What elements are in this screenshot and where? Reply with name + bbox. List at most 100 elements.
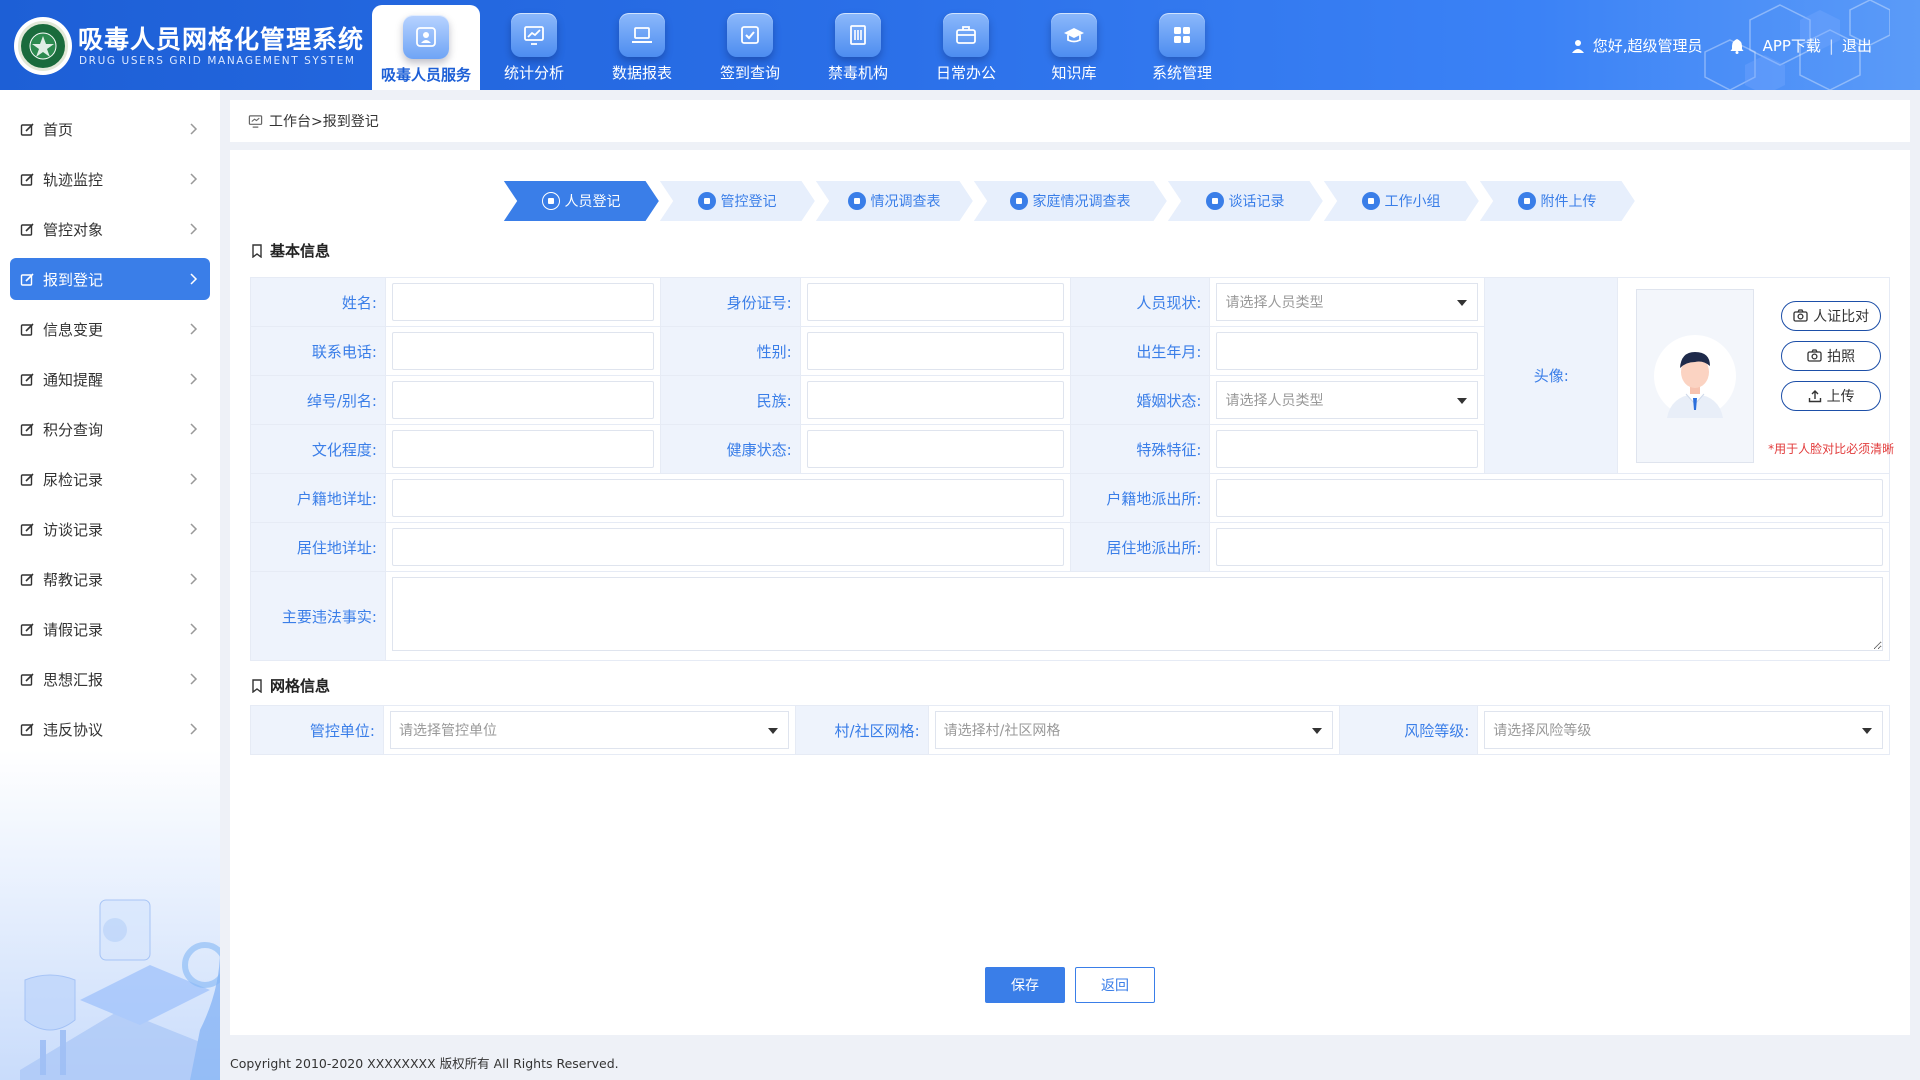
education-input[interactable] [391, 430, 654, 468]
step-item[interactable]: 情况调查表 [814, 180, 974, 222]
take-photo-button[interactable]: 拍照 [1781, 340, 1882, 371]
chevron-right-icon [190, 623, 198, 635]
feature-input[interactable] [1216, 430, 1479, 468]
step-item[interactable]: 附件上传 [1478, 180, 1636, 222]
edit-icon [20, 522, 35, 537]
alias-input[interactable] [391, 381, 654, 419]
section-title: 网格信息 [270, 677, 331, 695]
step-label: 人员登记 [564, 194, 621, 210]
camera-icon [1793, 309, 1808, 322]
step-item[interactable]: 家庭情况调查表 [972, 180, 1168, 222]
gender-input[interactable] [806, 332, 1064, 370]
app-download-link[interactable]: APP下载 [1763, 35, 1821, 56]
name-input[interactable] [391, 283, 654, 321]
sidebar-item[interactable]: 违反协议 [10, 708, 210, 750]
chevron-right-icon [190, 323, 198, 335]
sidebar: 首页轨迹监控管控对象报到登记信息变更通知提醒积分查询尿检记录访谈记录帮教记录请假… [0, 90, 220, 1080]
sidebar-item[interactable]: 访谈记录 [10, 508, 210, 550]
marital-select[interactable]: 请选择人员类型 [1216, 381, 1479, 419]
nav-statistics[interactable]: 统计分析 [480, 0, 588, 90]
grid-icon [1159, 13, 1205, 57]
step-item[interactable]: 管控登记 [658, 180, 816, 222]
bell-icon[interactable] [1729, 38, 1745, 54]
default-avatar-icon [1654, 334, 1737, 418]
grid-info-form: 管控单位: 请选择管控单位 村/社区网格: 请选择村/社区网格 风险等级: 请选… [250, 705, 1890, 755]
nav-knowledge-base[interactable]: 知识库 [1020, 0, 1128, 90]
back-button[interactable]: 返回 [1075, 967, 1155, 1003]
sidebar-item[interactable]: 积分查询 [10, 408, 210, 450]
nav-label: 禁毒机构 [827, 64, 888, 82]
label-gender: 性别: [659, 326, 801, 376]
label-birth: 出生年月: [1069, 326, 1211, 376]
sidebar-item-label: 请假记录 [43, 620, 104, 639]
ethnicity-input[interactable] [806, 381, 1064, 419]
label-status: 人员现状: [1069, 277, 1211, 327]
sidebar-item[interactable]: 思想汇报 [10, 658, 210, 700]
hukou-police-input[interactable] [1216, 479, 1883, 517]
sidebar-item[interactable]: 管控对象 [10, 208, 210, 250]
nav-antidrug-institution[interactable]: 禁毒机构 [804, 0, 912, 90]
step-item[interactable]: 人员登记 [502, 180, 660, 222]
risk-level-select[interactable]: 请选择风险等级 [1484, 711, 1883, 749]
nav-system-admin[interactable]: 系统管理 [1128, 0, 1236, 90]
sidebar-illustration [0, 750, 220, 1080]
sidebar-item[interactable]: 信息变更 [10, 308, 210, 350]
label-crime-facts: 主要违法事实: [250, 571, 386, 661]
crime-facts-textarea[interactable] [391, 577, 1883, 651]
health-input[interactable] [806, 430, 1064, 468]
chevron-right-icon [190, 223, 198, 235]
user-greeting[interactable]: 您好,超级管理员 [1593, 35, 1703, 56]
community-grid-select[interactable]: 请选择村/社区网格 [934, 711, 1334, 749]
label-community-grid: 村/社区网格: [794, 705, 929, 755]
sidebar-item[interactable]: 通知提醒 [10, 358, 210, 400]
upload-button[interactable]: 上传 [1781, 380, 1882, 411]
edit-icon [20, 172, 35, 187]
step-doc-icon [1517, 192, 1536, 210]
step-item[interactable]: 谈话记录 [1166, 180, 1324, 222]
sidebar-item[interactable]: 报到登记 [10, 258, 210, 300]
hukou-address-input[interactable] [391, 479, 1064, 517]
phone-input[interactable] [391, 332, 654, 370]
checkin-icon [727, 13, 773, 57]
app-logo[interactable] [14, 17, 72, 75]
logout-link[interactable]: 退出 [1842, 35, 1872, 56]
nav-drug-user-service[interactable]: 吸毒人员服务 [372, 5, 480, 90]
sidebar-item[interactable]: 尿检记录 [10, 458, 210, 500]
status-select[interactable]: 请选择人员类型 [1216, 283, 1479, 321]
label-phone: 联系电话: [250, 326, 386, 376]
nav-label: 统计分析 [503, 64, 564, 82]
nav-checkin-query[interactable]: 签到查询 [696, 0, 804, 90]
nav-data-report[interactable]: 数据报表 [588, 0, 696, 90]
residence-address-input[interactable] [391, 528, 1064, 566]
control-unit-select[interactable]: 请选择管控单位 [389, 711, 789, 749]
step-label: 工作小组 [1384, 194, 1441, 210]
edit-icon [20, 322, 35, 337]
save-button[interactable]: 保存 [985, 967, 1065, 1003]
nav-daily-office[interactable]: 日常办公 [912, 0, 1020, 90]
sidebar-item[interactable]: 轨迹监控 [10, 158, 210, 200]
chevron-right-icon [190, 573, 198, 585]
edit-icon [20, 472, 35, 487]
id-number-input[interactable] [806, 283, 1064, 321]
label-control-unit: 管控单位: [250, 705, 384, 755]
caret-down-icon [767, 728, 778, 734]
chevron-right-icon [190, 173, 198, 185]
button-label: 上传 [1826, 388, 1855, 405]
laptop-icon [619, 13, 665, 57]
nav-label: 知识库 [1051, 64, 1097, 82]
sidebar-item[interactable]: 帮教记录 [10, 558, 210, 600]
app-subtitle: DRUG USERS GRID MANAGEMENT SYSTEM [79, 55, 356, 67]
sidebar-item-label: 信息变更 [43, 320, 104, 339]
section-basic-info: 基本信息 [250, 240, 330, 261]
sidebar-item[interactable]: 请假记录 [10, 608, 210, 650]
nav-label: 系统管理 [1151, 64, 1212, 82]
residence-police-input[interactable] [1216, 528, 1883, 566]
edit-icon [20, 122, 35, 137]
step-item[interactable]: 工作小组 [1322, 180, 1480, 222]
birth-input[interactable] [1216, 332, 1479, 370]
id-compare-button[interactable]: 人证比对 [1781, 300, 1882, 331]
label-feature: 特殊特征: [1069, 424, 1211, 474]
sidebar-item-label: 积分查询 [43, 420, 104, 439]
sidebar-item[interactable]: 首页 [10, 108, 210, 150]
label-avatar: 头像: [1484, 277, 1619, 474]
